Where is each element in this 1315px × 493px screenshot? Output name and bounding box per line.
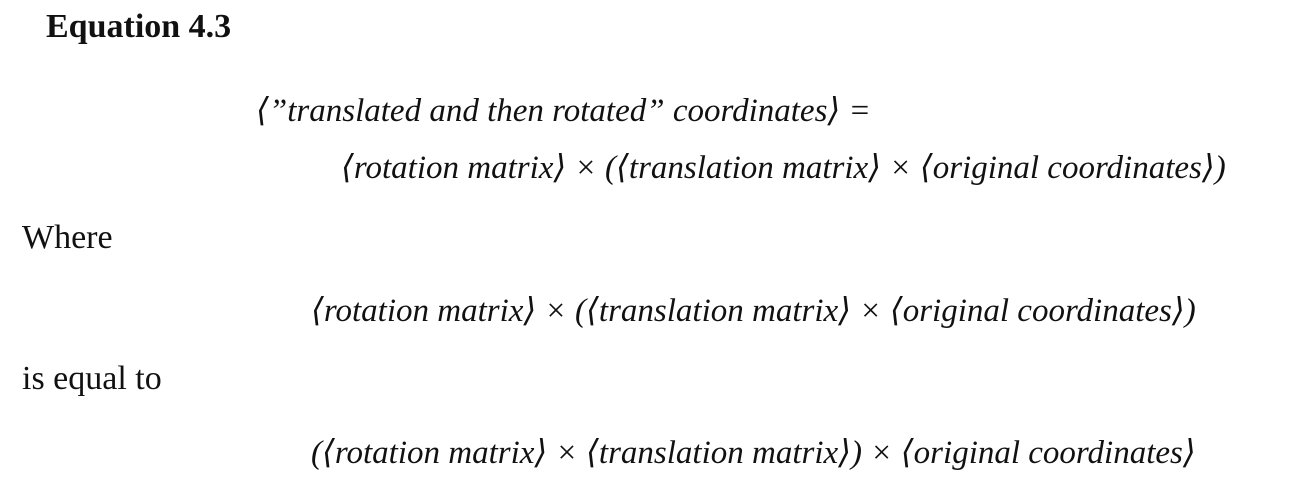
equation-equal: (⟨rotation matrix⟩ × ⟨translation matrix… [311,435,1196,471]
where-label: Where [22,219,113,256]
equation-line-2: ⟨rotation matrix⟩ × (⟨translation matrix… [341,150,1226,186]
document-page: Equation 4.3 ⟨”translated and then rotat… [0,0,1315,493]
equation-where: ⟨rotation matrix⟩ × (⟨translation matrix… [311,293,1196,329]
is-equal-to-label: is equal to [22,360,162,397]
equation-heading: Equation 4.3 [46,8,232,45]
equation-line-1: ⟨”translated and then rotated” coordinat… [256,93,871,129]
